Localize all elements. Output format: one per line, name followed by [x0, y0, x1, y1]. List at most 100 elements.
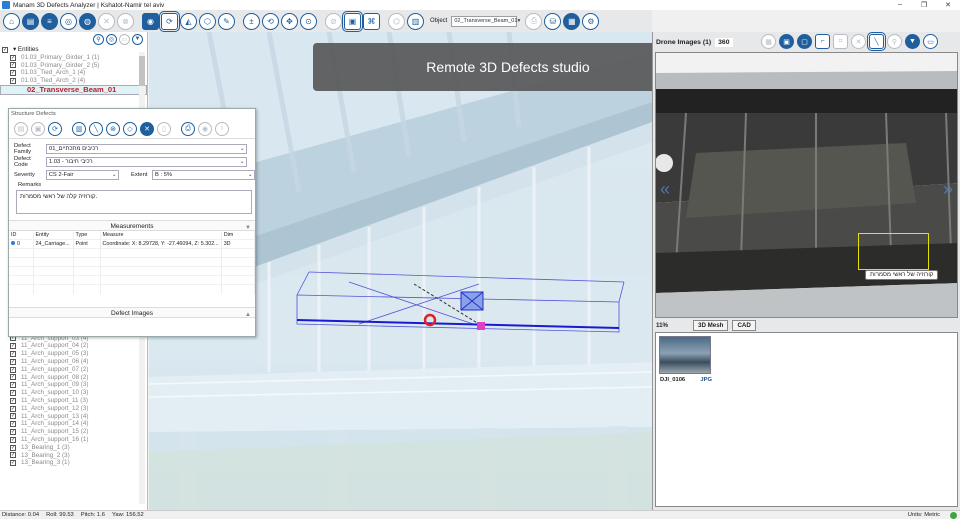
col-id[interactable]: ID [9, 231, 34, 240]
tree-item[interactable]: ✓ 11_Arch_support_10 (3) [0, 389, 147, 397]
defect-images-header[interactable]: Defect Images ▲ [9, 307, 255, 318]
tree-item[interactable]: ✓ 11_Arch_support_07 (2) [0, 366, 147, 374]
zoom-icon[interactable]: ⊙ [300, 12, 317, 30]
annotate-image-icon[interactable]: ⌐ [815, 34, 830, 49]
measurements-header[interactable]: Measurements ▼ [9, 220, 255, 231]
view-cube-icon[interactable]: ⟳ [159, 10, 180, 32]
tree-item[interactable]: ✓ 11_Arch_support_05 (3) [0, 350, 147, 358]
checkbox-icon[interactable]: ✓ [10, 54, 16, 61]
checkbox-icon[interactable]: ✓ [10, 452, 16, 459]
print-icon[interactable]: ⎙ [525, 12, 543, 30]
image-icon[interactable]: ▣ [779, 34, 794, 49]
checkbox-icon[interactable]: ✓ [10, 444, 16, 451]
settings-gear-icon[interactable]: ⚙ [582, 12, 600, 30]
checkbox-icon[interactable]: ✓ [10, 366, 16, 373]
layers-icon[interactable]: ◎ [60, 12, 77, 30]
node-icon[interactable]: ⊛ [106, 121, 120, 136]
3d-mesh-button[interactable]: 3D Mesh [693, 319, 729, 331]
print-dialog-icon[interactable]: ⎙ [181, 121, 195, 136]
close-button[interactable]: ✕ [936, 1, 960, 9]
cube-icon[interactable]: ⬡ [199, 12, 216, 30]
collapse-icon[interactable]: ▭ [119, 33, 130, 45]
object-select[interactable]: 02_Transverse_Beam_01 ▾ [451, 15, 520, 27]
table-row[interactable]: 0 24_Carriage... Point Coordinate: X: 8.… [9, 239, 255, 249]
window-icon[interactable]: ▭ [923, 34, 938, 49]
lock-icon[interactable]: ▯ [157, 121, 171, 136]
defect-family-select[interactable]: 01_רכיבים מתכתיים ⌄ [46, 143, 247, 154]
thumbnail-image[interactable] [659, 336, 711, 374]
diamond-icon[interactable]: ◇ [123, 121, 137, 136]
tree-item[interactable]: ✓ 01.03_Primary_Girder_2 (5) [0, 62, 147, 70]
plus-minus-icon[interactable]: ± [243, 12, 260, 30]
paint-icon[interactable]: ✎ [218, 12, 235, 30]
save-icon[interactable]: ▤ [14, 121, 28, 136]
remarks-textarea[interactable]: קורוזיה קלה של ראשי מסמרות. [16, 190, 252, 214]
remove-icon[interactable]: ✕ [851, 34, 866, 49]
measure-icon[interactable]: ◍ [79, 12, 96, 30]
cad-button[interactable]: CAD [732, 319, 756, 331]
camera-dialog-icon[interactable]: ◉ [198, 121, 212, 136]
tree-item[interactable]: ✓ 11_Arch_support_13 (4) [0, 413, 147, 421]
defect-code-select[interactable]: 1.03 - רכיבי חיבור ⌄ [46, 156, 247, 167]
defects-icon[interactable]: ⌬ [388, 12, 405, 30]
tree-item[interactable]: ✓ 11_Arch_support_04 (2) [0, 342, 147, 350]
checkbox-icon[interactable]: ✓ [10, 413, 16, 420]
line-icon[interactable]: ╲ [89, 121, 103, 136]
tree-item[interactable]: ✓ 13_Bearing_2 (3) [0, 452, 147, 460]
checkbox-icon[interactable]: ✓ [10, 421, 16, 428]
checkbox-icon[interactable]: ✓ [10, 436, 16, 443]
stop-grey-icon[interactable]: ◉ [142, 12, 159, 30]
delete-icon[interactable]: ✕ [140, 121, 154, 136]
frame-icon[interactable]: ▢ [797, 34, 812, 49]
tree-scrollbar-thumb[interactable] [139, 56, 145, 86]
col-type[interactable]: Type [73, 231, 101, 240]
home-icon[interactable]: ⌂ [3, 12, 20, 30]
checkbox-icon[interactable]: ✓ [10, 405, 16, 412]
tree-item[interactable]: ✓ 11_Arch_support_11 (3) [0, 397, 147, 405]
tree-item[interactable]: ✓ 13_Bearing_3 (1) [0, 459, 147, 467]
checkbox-icon[interactable]: ✓ [10, 62, 16, 69]
drone-photo-viewer[interactable]: « » קורוזיה של ראשי מסמרות [655, 52, 958, 318]
pan-icon[interactable]: ✥ [281, 12, 298, 30]
annotate-icon[interactable]: ▥ [407, 12, 424, 30]
checkbox-icon[interactable]: ✓ [10, 358, 16, 365]
checkbox-icon[interactable]: ✓ [10, 382, 16, 389]
checkbox-icon[interactable]: ✓ [10, 429, 16, 436]
search-icon[interactable]: ⚲ [93, 33, 104, 45]
defect-bounding-box[interactable] [858, 233, 929, 270]
checkbox-icon[interactable]: ✓ [10, 343, 16, 350]
chart-icon[interactable]: ▥ [72, 121, 86, 136]
folder-icon[interactable]: ▤ [22, 12, 39, 30]
tree-item[interactable]: ✓ 01.03_Primary_Girder_1 (1) [0, 54, 147, 62]
section-icon[interactable]: ▣ [342, 10, 363, 32]
collapse-triangle-icon[interactable]: ▼ [245, 223, 251, 234]
close-grey-icon[interactable]: ✕ [98, 12, 115, 30]
structure-icon[interactable]: ⊗ [117, 12, 134, 30]
col-measure[interactable]: Measure [100, 231, 222, 240]
checkbox-icon[interactable]: ✓ [10, 397, 16, 404]
filter-icon[interactable]: ▼ [132, 33, 143, 45]
maximize-button[interactable]: ❐ [912, 1, 936, 9]
link-icon[interactable]: ⚲ [887, 34, 902, 49]
checkbox-icon[interactable]: ✓ [10, 78, 16, 85]
expand-icon[interactable]: ◎ [106, 33, 117, 45]
tree-item[interactable]: ✓ 11_Arch_support_16 (1) [0, 436, 147, 444]
col-entity[interactable]: Entity [33, 231, 74, 240]
info-icon[interactable]: i [215, 121, 229, 136]
pin-grey-icon[interactable]: ⊘ [325, 12, 342, 30]
tree-item[interactable]: ✓ 01.03_Tied_Arch_1 (4) [0, 69, 147, 77]
report-icon[interactable]: ▦ [563, 12, 581, 30]
tree-item[interactable]: ✓ 11_Arch_support_09 (3) [0, 381, 147, 389]
tree-root-entities[interactable]: ✓ ▾ Entities [0, 46, 147, 54]
tree-item[interactable]: ✓ 11_Arch_support_08 (2) [0, 374, 147, 382]
tree-item[interactable]: ✓ 11_Arch_support_15 (2) [0, 428, 147, 436]
tree-item[interactable]: ✓ 11_Arch_support_12 (3) [0, 405, 147, 413]
crop-icon[interactable]: ⌗ [833, 34, 848, 49]
checkbox-icon[interactable]: ✓ [10, 70, 16, 77]
db-icon[interactable]: ⛁ [544, 12, 562, 30]
tree-item[interactable]: ✓ 11_Arch_support_06 (4) [0, 358, 147, 366]
camera-icon[interactable]: ◭ [180, 12, 197, 30]
minimize-button[interactable]: – [888, 1, 912, 9]
rotate-icon[interactable]: ⟲ [262, 12, 279, 30]
expand-triangle-icon[interactable]: ▲ [245, 310, 251, 321]
